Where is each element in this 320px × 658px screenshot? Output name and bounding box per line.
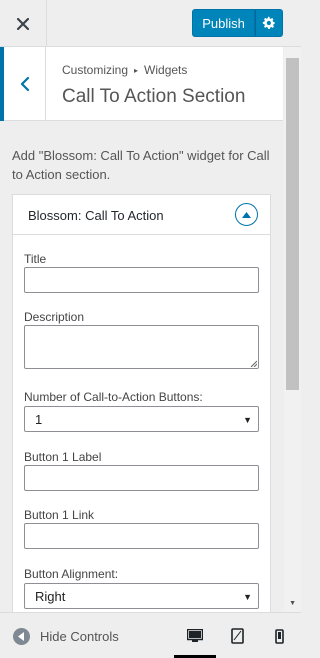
widget-call-to-action: Blossom: Call To Action Title Descriptio… [12, 194, 271, 624]
close-button[interactable] [0, 0, 47, 47]
breadcrumb-parent: Customizing [62, 63, 129, 77]
caret-up-icon [242, 211, 251, 218]
button1-link-input[interactable] [24, 523, 259, 549]
widget-title: Blossom: Call To Action [28, 208, 164, 223]
preview-tablet-button[interactable] [216, 613, 258, 658]
alignment-value: Right [35, 588, 66, 604]
breadcrumb-child: Widgets [144, 63, 188, 77]
button1-link-label: Button 1 Link [24, 508, 95, 522]
breadcrumb: Customizing ▸ Widgets [62, 63, 187, 77]
section-description: Add "Blossom: Call To Action" widget for… [12, 148, 270, 182]
breadcrumb-separator-icon: ▸ [134, 65, 139, 75]
preview-mobile-button[interactable] [258, 613, 300, 658]
title-label: Title [24, 252, 47, 266]
publish-settings-button[interactable] [255, 9, 283, 37]
section-title: Call To Action Section [62, 86, 246, 107]
customizer-header: Publish [0, 0, 301, 47]
mobile-icon [274, 628, 284, 644]
collapse-arrow-icon [13, 628, 30, 645]
gear-icon [262, 16, 275, 30]
hide-controls-button[interactable]: Hide Controls [13, 628, 119, 645]
buttons-count-select[interactable]: 1 ▼ [24, 406, 259, 432]
alignment-label: Button Alignment: [24, 567, 119, 581]
publish-group: Publish [192, 9, 283, 37]
hide-controls-label: Hide Controls [40, 629, 119, 644]
back-button[interactable] [0, 47, 46, 121]
button1-label-input[interactable] [24, 465, 259, 491]
title-input[interactable] [24, 267, 259, 293]
resize-grip-icon[interactable] [250, 360, 257, 367]
alignment-select[interactable]: Right ▼ [24, 583, 259, 609]
scroll-down-arrow-icon[interactable]: ▼ [289, 600, 296, 607]
button1-label-label: Button 1 Label [24, 450, 102, 464]
close-icon [17, 17, 29, 30]
desktop-icon [187, 629, 203, 642]
widget-toggle-button[interactable] [235, 203, 258, 226]
publish-button[interactable]: Publish [192, 9, 255, 37]
customizer-footer: Hide Controls [0, 612, 301, 658]
buttons-count-label: Number of Call-to-Action Buttons: [24, 390, 203, 404]
description-label: Description [24, 310, 85, 324]
buttons-count-value: 1 [35, 411, 43, 427]
scrollbar-thumb[interactable] [286, 58, 299, 390]
dropdown-arrow-icon: ▼ [243, 592, 252, 602]
preview-desktop-button[interactable] [174, 613, 216, 658]
section-title-panel: Customizing ▸ Widgets Call To Action Sec… [0, 47, 283, 121]
dropdown-arrow-icon: ▼ [243, 415, 252, 425]
description-textarea[interactable] [24, 325, 259, 369]
widget-header[interactable]: Blossom: Call To Action [13, 195, 270, 235]
chevron-left-icon [20, 76, 29, 92]
tablet-icon [230, 628, 244, 644]
